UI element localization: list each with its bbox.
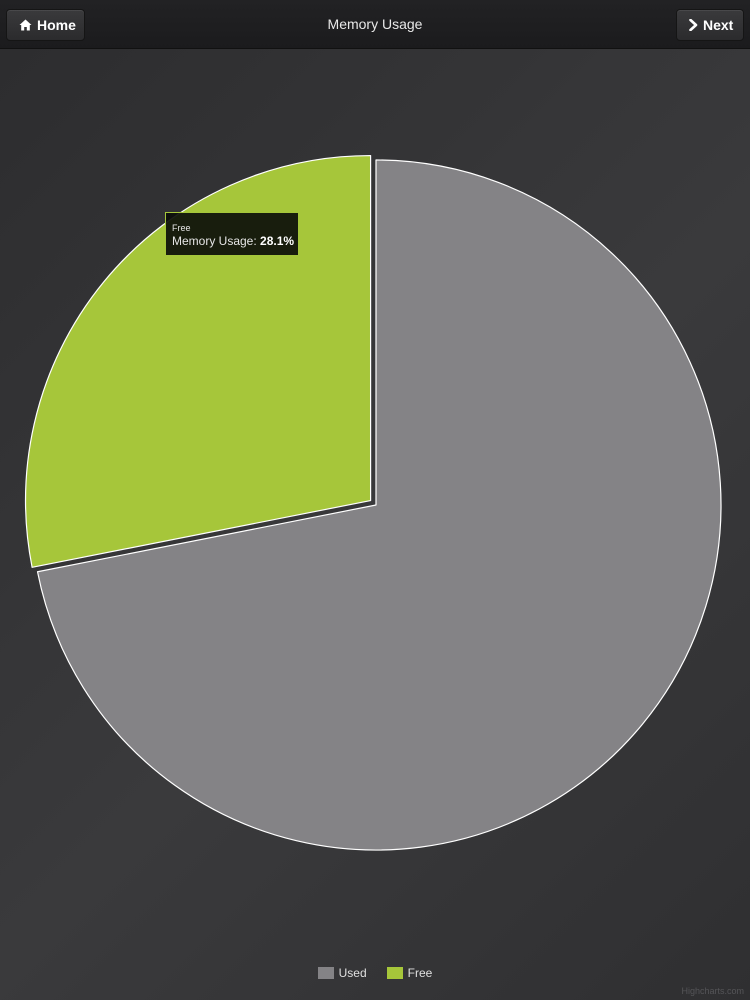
tooltip-value: 28.1% [260, 234, 295, 248]
legend-label-free: Free [407, 966, 433, 980]
legend-item-free[interactable]: Free [386, 966, 433, 980]
tooltip-text: Memory Usage: [172, 234, 261, 248]
chart-legend: Used Free [0, 966, 750, 980]
tooltip-line: Memory Usage: 28.1% [172, 234, 295, 249]
chart-tooltip: Free Memory Usage: 28.1% [165, 212, 299, 256]
pie-chart [25, 154, 722, 851]
home-button[interactable]: Home [6, 9, 85, 41]
legend-label-used: Used [338, 966, 367, 980]
top-bar: Home Memory Usage Next [0, 0, 750, 49]
tooltip-series-label: Free [172, 223, 191, 233]
legend-swatch-free [386, 967, 403, 979]
credits-link[interactable]: Highcharts.com [681, 986, 744, 996]
legend-swatch-used [317, 967, 334, 979]
chevron-right-icon [689, 19, 698, 31]
home-icon [19, 19, 32, 31]
home-button-label: Home [37, 17, 76, 33]
page-title: Memory Usage [327, 16, 423, 32]
next-button-label: Next [703, 17, 734, 33]
legend-item-used[interactable]: Used [317, 966, 367, 980]
next-button[interactable]: Next [676, 9, 744, 41]
